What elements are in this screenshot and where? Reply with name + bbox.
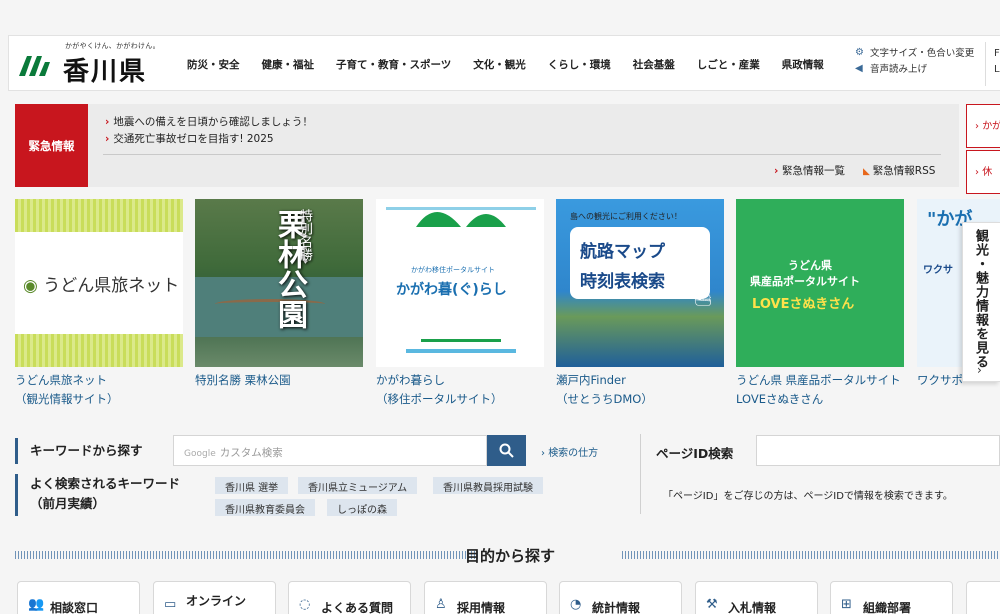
header-clipped-links[interactable]: F L <box>994 46 1000 78</box>
banner-udon-tabi[interactable]: ◉ うどん県旅ネット <box>15 199 183 367</box>
banner-subtitle: 特別名勝 <box>297 209 312 261</box>
banner-line-1: 航路マップ <box>580 242 665 262</box>
page-id-label: ページID検索 <box>656 446 734 461</box>
chat-icon: ◌ <box>299 597 311 612</box>
chart-icon: ◔ <box>570 597 582 612</box>
chevron-right-icon: › <box>977 363 982 377</box>
search-section: キーワードから探す Googleカスタム検索 検索の仕方 よく検索されるキーワー… <box>15 432 1000 522</box>
site-logo[interactable]: かがやくけん、かがわけん。 香川県 <box>17 40 167 88</box>
banner-caption[interactable]: 瀬戸内Finder （せとうちDMO） <box>556 371 653 409</box>
banner-line-2: ワクサ <box>923 265 953 276</box>
card-faq[interactable]: ◌ よくある質問 <box>288 581 411 614</box>
banner-stripe <box>15 334 183 367</box>
banner-line-1: うどん県 <box>788 259 832 272</box>
banner-caption[interactable]: うどん県 県産品ポータルサイト LOVEさぬきさん <box>736 371 901 409</box>
banner-line-2: 時刻表検索 <box>580 272 665 292</box>
nav-kurashi[interactable]: くらし・環境 <box>548 57 611 72</box>
search-help-link[interactable]: 検索の仕方 <box>541 444 598 459</box>
laptop-icon: ▭ <box>164 597 177 612</box>
card-nyusatsu[interactable]: ⚒ 入札情報 <box>695 581 818 614</box>
keyword-search-label: キーワードから探す <box>15 438 143 464</box>
nav-shakai[interactable]: 社会基盤 <box>633 57 675 72</box>
card-toukei[interactable]: ◔ 統計情報 <box>559 581 682 614</box>
keyword-search-input[interactable]: Google カスタム検索 <box>173 435 487 466</box>
banner-caption[interactable]: うどん県旅ネット （観光情報サイト） <box>15 371 119 409</box>
gavel-icon: ⚒ <box>706 597 718 612</box>
nav-kenkou[interactable]: 健康・福祉 <box>262 57 315 72</box>
popular-keywords-label: よく検索されるキーワード （前月実績） <box>15 474 180 516</box>
site-header: かがやくけん、かがわけん。 香川県 防災・安全 健康・福祉 子育て・教育・スポー… <box>8 35 1000 91</box>
card-soudan[interactable]: 👥 相談窓口 <box>17 581 140 614</box>
ship-icon: ⛴ <box>694 291 712 307</box>
nav-bousai[interactable]: 防災・安全 <box>187 57 240 72</box>
gear-icon: ⚙ <box>855 46 864 58</box>
logo-tagline: かがやくけん、かがわけん。 <box>65 42 160 50</box>
emergency-panel: 緊急情報 地震への備えを日頃から確認しましょう！ 交通死亡事故ゼロを目指す! 2… <box>15 104 959 187</box>
banner-ritsurin[interactable]: 栗林公園 特別名勝 <box>195 199 363 367</box>
banner-caption[interactable]: ワクサポ <box>917 371 962 390</box>
org-icon: ⊞ <box>841 597 852 612</box>
chevron-right-icon: › <box>774 165 782 177</box>
keyword-chip[interactable]: 香川県教員採用試験 <box>433 477 543 494</box>
banner-title: かがわ暮(ぐ)らし <box>396 282 507 298</box>
kagawa-emblem-icon <box>19 56 50 76</box>
keyword-chip[interactable]: 香川県 選挙 <box>215 477 289 494</box>
search-divider <box>640 434 641 514</box>
banner-subtitle: かがわ移住ポータルサイト <box>411 266 495 274</box>
people-icon: 👥 <box>28 597 45 612</box>
nav-bunka[interactable]: 文化・観光 <box>473 57 526 72</box>
keyword-chip[interactable]: 香川県立ミュージアム <box>298 477 418 494</box>
global-nav: 防災・安全 健康・福祉 子育て・教育・スポーツ 文化・観光 くらし・環境 社会基… <box>187 36 846 92</box>
emergency-label: 緊急情報 <box>15 104 88 187</box>
purpose-title: 目的から探す <box>464 547 555 565</box>
nav-shigoto[interactable]: しごと・産業 <box>697 57 760 72</box>
page-id-input[interactable] <box>756 435 1000 466</box>
header-divider <box>985 42 986 86</box>
card-soshiki[interactable]: ⊞ 組織部署 <box>830 581 953 614</box>
side-button-kagawa[interactable]: › かが <box>966 104 1000 148</box>
page-id-note: 「ページID」をご存じの方は、ページIDで情報を検索できます。 <box>663 491 953 502</box>
banner-line-2: 県産品ポータルサイト <box>750 275 860 288</box>
tourism-side-tab[interactable]: 観光・魅力情報を見る › <box>962 222 1000 382</box>
banner-stripe <box>15 199 183 232</box>
banner-text: ◉ うどん県旅ネット <box>23 276 180 296</box>
banner-caption[interactable]: かがわ暮らし （移住ポータルサイト） <box>376 371 503 409</box>
banner-line-3: LOVEさぬきさん <box>752 297 855 312</box>
card-saiyou[interactable]: ♙ 採用情報 <box>424 581 547 614</box>
utility-links: ⚙ 文字サイズ・色合い変更 ◀ 音声読み上げ <box>855 44 974 76</box>
nav-kosodate[interactable]: 子育て・教育・スポーツ <box>336 57 451 72</box>
emergency-item[interactable]: 交通死亡事故ゼロを目指す! 2025 <box>105 131 273 146</box>
keyword-chip[interactable]: 香川県教育委員会 <box>215 499 315 516</box>
card-clipped[interactable] <box>966 581 1000 614</box>
keyword-chip[interactable]: しっぽの森 <box>327 499 397 516</box>
banner-kagawa-kurashi[interactable]: かがわ移住ポータルサイト かがわ暮(ぐ)らし <box>376 199 544 367</box>
nav-kensei[interactable]: 県政情報 <box>782 57 824 72</box>
emergency-divider <box>103 154 941 155</box>
search-icon <box>499 443 514 458</box>
banner-love-sanuki[interactable]: うどん県 県産品ポータルサイト LOVEさぬきさん <box>736 199 904 367</box>
banner-setouchi-finder[interactable]: 島への観光にご利用ください！ 航路マップ 時刻表検索 ⛴ <box>556 199 724 367</box>
banner-caption[interactable]: 特別名勝 栗林公園 <box>195 371 291 390</box>
site-name: 香川県 <box>63 57 148 87</box>
side-button-holiday[interactable]: › 休 <box>966 150 1000 194</box>
emergency-list-link[interactable]: › 緊急情報一覧 <box>774 163 845 178</box>
person-icon: ♙ <box>435 597 447 612</box>
card-online[interactable]: ▭ オンライン <box>153 581 276 614</box>
rss-icon: ◣ <box>863 167 873 177</box>
read-aloud-link[interactable]: ◀ 音声読み上げ <box>855 60 974 76</box>
emergency-item[interactable]: 地震への備えを日頃から確認しましょう！ <box>105 114 313 129</box>
text-size-link[interactable]: ⚙ 文字サイズ・色合い変更 <box>855 44 974 60</box>
banner-top-text: 島への観光にご利用ください！ <box>570 212 682 221</box>
udon-logo-icon: ◉ <box>23 276 44 296</box>
search-button[interactable] <box>487 435 526 466</box>
emergency-rss-link[interactable]: ◣ 緊急情報RSS <box>863 163 935 178</box>
speaker-icon: ◀ <box>855 62 863 74</box>
